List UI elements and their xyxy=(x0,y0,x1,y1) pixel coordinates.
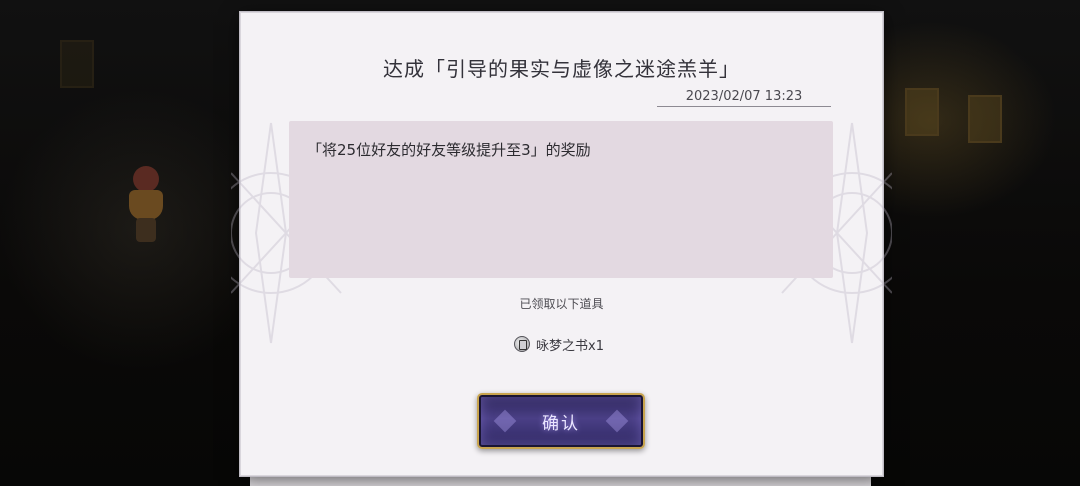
background-window xyxy=(968,95,1002,143)
reward-item-text: 咏梦之书x1 xyxy=(536,338,604,354)
timestamp: 2023/02/07 13:23 xyxy=(657,89,831,107)
book-item-icon xyxy=(514,336,530,352)
received-items-label: 已领取以下道具 xyxy=(519,297,604,311)
background-character xyxy=(123,166,171,246)
confirm-button[interactable]: 确认 xyxy=(477,393,645,449)
reward-item: 咏梦之书x1 xyxy=(514,334,604,354)
dialog-title: 达成「引导的果实与虚像之迷途羔羊」 xyxy=(383,57,740,81)
background-window xyxy=(905,88,939,136)
confirm-button-label: 确认 xyxy=(542,413,580,434)
message-box: 「将25位好友的好友等级提升至3」的奖励 xyxy=(289,121,833,278)
achievement-dialog: 达成「引导的果实与虚像之迷途羔羊」 2023/02/07 13:23 「将25位… xyxy=(231,12,892,476)
message-text: 「将25位好友的好友等级提升至3」的奖励 xyxy=(307,141,591,159)
background-window xyxy=(60,40,94,88)
